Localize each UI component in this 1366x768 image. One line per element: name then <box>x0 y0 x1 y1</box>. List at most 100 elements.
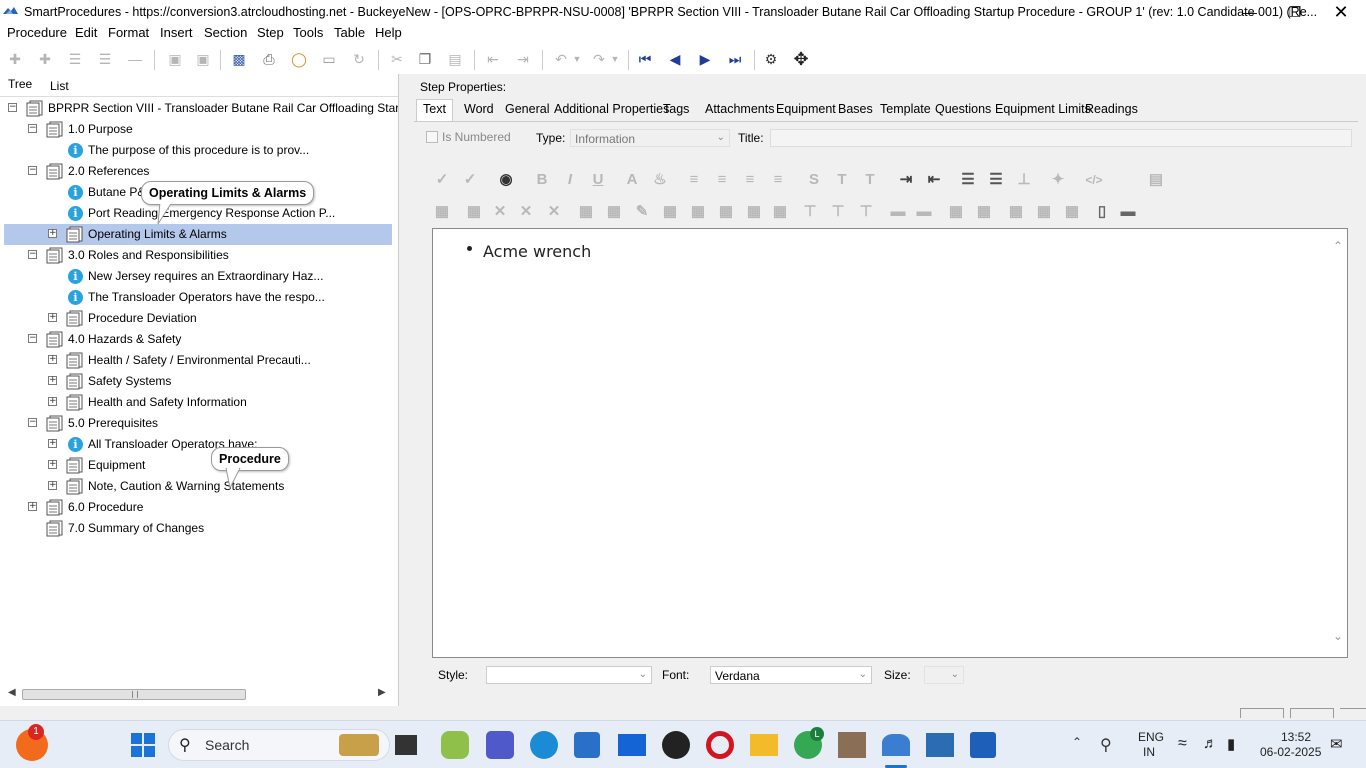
tab-attachments[interactable]: Attachments <box>705 102 774 116</box>
collapse-icon[interactable]: − <box>28 250 37 259</box>
horizontal-rule-icon[interactable]: ⊥ <box>1014 170 1034 190</box>
store-icon[interactable] <box>574 732 600 758</box>
spellcheck-options-icon[interactable]: ✓ <box>460 170 480 190</box>
menu-format[interactable]: Format <box>108 25 149 40</box>
view-icon[interactable]: ◉ <box>496 170 516 190</box>
remote-desktop-icon[interactable] <box>926 733 954 757</box>
network-status-icon[interactable]: ⚲ <box>1100 735 1112 755</box>
collapse-icon[interactable]: − <box>28 334 37 343</box>
strikethrough-icon[interactable]: S <box>804 170 824 190</box>
maximize-button[interactable]: ❐ <box>1272 0 1318 24</box>
previous-step-icon[interactable]: ◀ <box>666 50 684 68</box>
paste-icon[interactable]: ▤ <box>446 50 464 68</box>
clear-icon[interactable]: ✕ <box>516 202 536 222</box>
edit-cell-icon[interactable]: ✎ <box>632 202 652 222</box>
tab-equipment[interactable]: Equipment <box>776 102 836 116</box>
tab-readings[interactable]: Readings <box>1085 102 1138 116</box>
subscript-icon[interactable]: T <box>860 170 880 190</box>
expand-icon[interactable]: + <box>48 229 57 238</box>
menu-tools[interactable]: Tools <box>293 25 323 40</box>
insert-row-icon[interactable]: ▦ <box>576 202 596 222</box>
dell-icon[interactable] <box>662 731 690 759</box>
collapse-icon[interactable]: − <box>28 418 37 427</box>
title-input[interactable] <box>770 129 1352 147</box>
add-child-icon[interactable]: ✚ <box>36 50 54 68</box>
tab-tree[interactable]: Tree <box>8 77 32 91</box>
close-button[interactable]: ✕ <box>1318 0 1364 24</box>
save-all-icon[interactable]: ▣ <box>194 50 212 68</box>
table-properties-icon[interactable]: ▦ <box>464 202 484 222</box>
indent-decrease-icon[interactable]: ⇤ <box>924 170 944 190</box>
clock-date[interactable]: 06-02-2025 <box>1260 745 1321 759</box>
insert-column-icon[interactable]: ▦ <box>604 202 624 222</box>
refresh-icon[interactable]: ↻ <box>350 50 368 68</box>
show-hidden-icons[interactable]: ⌃ <box>1072 735 1082 749</box>
vertical-box-icon[interactable]: ▯ <box>1092 202 1112 222</box>
last-step-icon[interactable]: ⏭ <box>726 50 744 68</box>
tab-list[interactable]: List <box>50 79 69 93</box>
tab-tags[interactable]: Tags <box>663 102 689 116</box>
tree-node[interactable]: − 1.0 Purpose <box>4 119 392 140</box>
delete-table-icon[interactable]: ✕ <box>490 202 510 222</box>
menu-table[interactable]: Table <box>334 25 365 40</box>
tree-node[interactable]: + Note, Caution & Warning Statements <box>4 476 392 497</box>
menu-help[interactable]: Help <box>375 25 402 40</box>
tab-template[interactable]: Template <box>880 102 931 116</box>
scroll-left-icon[interactable]: ◀ <box>8 687 16 698</box>
column-right-icon[interactable]: ▦ <box>974 202 994 222</box>
copilot-icon[interactable] <box>441 731 469 759</box>
superscript-icon[interactable]: T <box>832 170 852 190</box>
tree-node[interactable]: + Equipment <box>4 455 392 476</box>
tab-additional-properties[interactable]: Additional Properties <box>554 102 669 116</box>
collapse-icon[interactable]: − <box>8 103 17 112</box>
app-icon[interactable] <box>838 732 866 758</box>
highlight-icon[interactable]: ♨ <box>650 170 670 190</box>
tree-node[interactable]: + Operating Limits & Alarms <box>4 224 392 245</box>
wifi-icon[interactable]: ≈ <box>1178 735 1187 753</box>
style-select[interactable]: ⌄ <box>486 666 652 684</box>
redo-dropdown-icon[interactable]: ▼ <box>606 50 624 68</box>
menu-edit[interactable]: Edit <box>75 25 97 40</box>
tree-node[interactable]: − BPRPR Section VIII - Transloader Butane… <box>4 98 413 119</box>
volume-icon[interactable]: ♬ <box>1203 735 1218 752</box>
expand-icon[interactable]: + <box>48 355 57 364</box>
merge-column-icon[interactable]: ▦ <box>716 202 736 222</box>
tree-node[interactable]: + Health and Safety Information <box>4 392 392 413</box>
tab-word[interactable]: Word <box>464 102 494 116</box>
tab-text[interactable]: Text <box>416 99 453 121</box>
editor-scroll-down-icon[interactable]: ⌄ <box>1333 629 1343 643</box>
clock-time[interactable]: 13:52 <box>1281 730 1311 744</box>
tree-node[interactable]: i The purpose of this procedure is to pro… <box>4 140 392 161</box>
resize-grip-icon[interactable] <box>1340 708 1366 718</box>
size-select[interactable]: ⌄ <box>924 666 964 684</box>
font-color-icon[interactable]: A <box>622 170 642 190</box>
tree-horizontal-scrollbar[interactable]: ◀ ▶ <box>6 686 390 703</box>
find-icon[interactable]: ⚙ <box>762 50 780 68</box>
font-select[interactable]: Verdana ⌄ <box>710 666 872 684</box>
teams-icon[interactable] <box>486 731 514 759</box>
borders-icon[interactable]: ▦ <box>770 202 790 222</box>
collapse-icon[interactable]: − <box>28 124 37 133</box>
expand-icon[interactable]: + <box>48 481 57 490</box>
cell-align-left-icon[interactable]: ▦ <box>1006 202 1026 222</box>
split-cells-icon[interactable]: ▬ <box>914 202 934 222</box>
tab-general[interactable]: General <box>505 102 549 116</box>
file-explorer-icon[interactable] <box>750 734 778 756</box>
merge-cells-icon[interactable]: ▬ <box>888 202 908 222</box>
split-column-icon[interactable]: ▦ <box>688 202 708 222</box>
next-step-icon[interactable]: ▶ <box>696 50 714 68</box>
tree-node[interactable]: + i All Transloader Operators have: <box>4 434 392 455</box>
language-line1[interactable]: ENG <box>1138 730 1164 744</box>
list-icon[interactable]: ☰ <box>66 50 84 68</box>
row-above-icon[interactable]: ⊤ <box>800 202 820 222</box>
tree-node[interactable]: − 3.0 Roles and Responsibilities <box>4 245 392 266</box>
tree-node[interactable]: i New Jersey requires an Extraordinary Ha… <box>4 266 392 287</box>
tab-bases[interactable]: Bases <box>838 102 873 116</box>
edge-icon[interactable] <box>530 731 558 759</box>
menu-procedure[interactable]: Procedure <box>7 25 67 40</box>
editor-bullet-text[interactable]: Acme wrench <box>483 242 591 261</box>
rich-text-editor[interactable]: Acme wrench ⌃ ⌄ <box>432 228 1348 658</box>
publish-icon[interactable]: ▩ <box>230 50 248 68</box>
language-line2[interactable]: IN <box>1143 745 1155 759</box>
print-icon[interactable]: ⎙ <box>260 50 278 68</box>
